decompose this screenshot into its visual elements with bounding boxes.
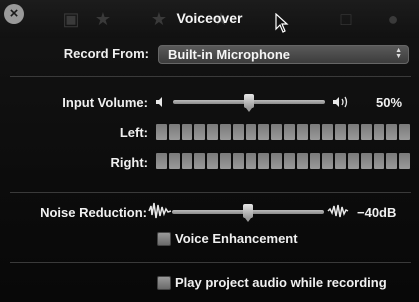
meter-segment [245,153,257,169]
meter-segment [296,124,308,140]
meter-segment [181,124,193,140]
play-project-audio-label: Play project audio while recording [175,275,387,290]
meter-segment [386,153,398,169]
meter-segment [219,153,231,169]
meter-segment [156,153,167,169]
record-from-label: Record From: [63,46,149,61]
play-project-audio-checkbox[interactable] [157,276,171,290]
title-bar: ▣ ★ ★ ★ □ ● × Voiceover [0,0,419,38]
meter-segment [207,153,218,169]
meter-segment [309,153,321,169]
meter-segment [232,124,244,140]
voiceover-panel: ▣ ★ ★ ★ □ ● × Voiceover Record From: Bui… [0,0,419,302]
divider [10,262,411,263]
right-channel-label: Right: [110,155,148,170]
record-from-value: Built-in Microphone [168,47,291,62]
voice-enhancement-label: Voice Enhancement [175,231,298,246]
voice-enhancement-checkbox[interactable] [157,232,171,246]
meter-segment [168,124,180,140]
meter-segment [258,153,270,169]
meter-segment [283,124,295,140]
meter-segment [283,153,295,169]
left-channel-label: Left: [119,125,148,140]
input-volume-label: Input Volume: [62,95,148,110]
meter-segment [386,124,398,140]
meter-segment [373,124,385,140]
input-volume-slider-knob[interactable] [244,94,254,112]
waveform-low-icon [148,202,172,219]
meter-segment [271,153,282,169]
meter-segment [322,153,334,169]
select-arrows-icon: ▲ ▼ [395,47,402,60]
meter-segment [194,153,206,169]
input-volume-value: 50% [376,95,403,110]
volume-low-icon [156,97,162,107]
left-level-meter [156,124,410,140]
noise-reduction-value: −40dB [357,205,397,220]
meter-segment [309,124,321,140]
meter-segment [219,124,231,140]
divider [10,192,411,193]
meter-segment [399,124,410,140]
meter-segment [258,124,270,140]
meter-segment [360,124,372,140]
noise-reduction-label: Noise Reduction: [40,205,147,220]
meter-segment [335,124,346,140]
divider [10,76,411,77]
meter-segment [271,124,282,140]
volume-high-icon [333,96,348,108]
meter-segment [296,153,308,169]
meter-segment [194,124,206,140]
waveform-high-icon [327,204,349,218]
meter-segment [347,124,359,140]
meter-segment [360,153,372,169]
meter-segment [181,153,193,169]
meter-segment [168,153,180,169]
meter-segment [347,153,359,169]
mouse-cursor-icon [275,13,289,33]
meter-segment [156,124,167,140]
meter-segment [245,124,257,140]
right-level-meter [156,153,410,169]
noise-reduction-slider-knob[interactable] [243,204,253,222]
meter-segment [373,153,385,169]
meter-segment [207,124,218,140]
meter-segment [232,153,244,169]
meter-segment [399,153,410,169]
meter-segment [322,124,334,140]
meter-segment [335,153,346,169]
window-title: Voiceover [176,10,243,26]
record-from-select[interactable]: Built-in Microphone ▲ ▼ [158,45,409,64]
